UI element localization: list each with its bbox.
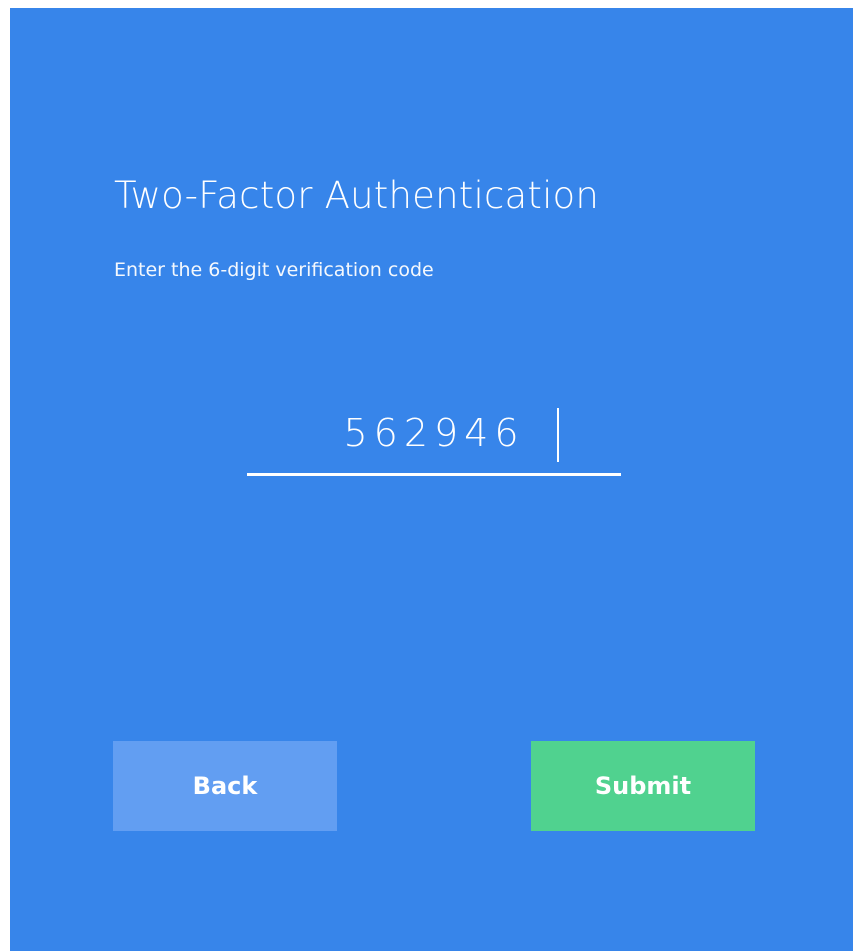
verification-code-value: 562946 xyxy=(343,411,525,455)
submit-button[interactable]: Submit xyxy=(531,741,755,831)
text-caret xyxy=(557,408,559,462)
two-factor-panel: Two-Factor Authentication Enter the 6-di… xyxy=(10,8,853,951)
verification-code-input[interactable]: 562946 xyxy=(247,400,621,476)
page-title: Two-Factor Authentication xyxy=(114,174,600,217)
instruction-text: Enter the 6-digit verification code xyxy=(114,259,434,281)
back-button[interactable]: Back xyxy=(113,741,337,831)
input-underline xyxy=(247,473,621,476)
